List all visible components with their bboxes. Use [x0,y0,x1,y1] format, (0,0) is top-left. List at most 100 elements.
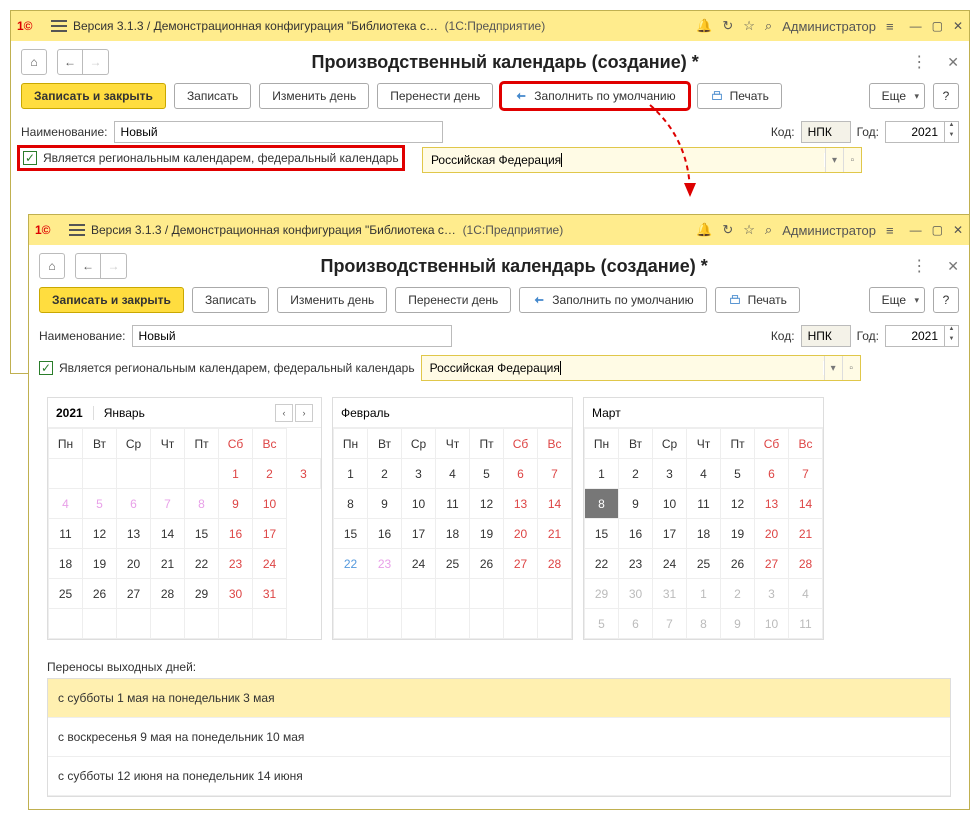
calendar-day[interactable]: 2 [253,459,287,489]
calendar-day[interactable]: 8 [334,489,368,519]
calendar-day[interactable]: 4 [687,459,721,489]
calendar-day[interactable]: 3 [653,459,687,489]
calendar-day[interactable]: 21 [538,519,572,549]
calendar-day[interactable]: 7 [653,609,687,639]
calendar-day[interactable]: 19 [83,549,117,579]
calendar-day[interactable]: 9 [721,609,755,639]
calendar-day[interactable]: 15 [185,519,219,549]
settings-icon[interactable]: ≡ [886,223,894,238]
calendar-day[interactable]: 22 [585,549,619,579]
close-icon[interactable]: ✕ [953,19,963,33]
federal-selector[interactable]: Российская Федерация ▾ ▫ [422,147,862,173]
open-icon[interactable]: ▫ [843,148,861,172]
tab-close-icon[interactable]: ✕ [947,54,959,71]
calendar-day[interactable]: 17 [653,519,687,549]
calendar-day[interactable]: 24 [653,549,687,579]
calendar-day[interactable]: 27 [504,549,538,579]
calendar-day[interactable]: 16 [619,519,653,549]
calendar-day[interactable]: 23 [619,549,653,579]
calendar-day[interactable] [185,609,219,639]
calendar-day[interactable]: 18 [687,519,721,549]
calendar-day[interactable]: 20 [504,519,538,549]
calendar-day[interactable]: 28 [151,579,185,609]
search-icon[interactable]: ⌕ [765,222,772,238]
calendar-day[interactable]: 31 [653,579,687,609]
calendar-day[interactable] [402,609,436,639]
minimize-icon[interactable]: — [910,223,922,237]
save-button[interactable]: Записать [192,287,269,313]
calendar-day[interactable] [185,459,219,489]
save-close-button[interactable]: Записать и закрыть [21,83,166,109]
calendar-day[interactable]: 4 [789,579,823,609]
year-input[interactable] [885,325,945,347]
calendar-day[interactable]: 23 [368,549,402,579]
code-input[interactable] [801,121,851,143]
calendar-day[interactable]: 22 [185,549,219,579]
calendar-day[interactable]: 14 [789,489,823,519]
calendar-day[interactable]: 1 [687,579,721,609]
open-icon[interactable]: ▫ [842,356,860,380]
forward-button[interactable]: → [83,49,109,75]
menu-icon[interactable] [69,224,85,236]
menu-icon[interactable] [51,20,67,32]
calendar-day[interactable]: 1 [219,459,253,489]
calendar-day[interactable] [538,609,572,639]
calendar-day[interactable]: 12 [83,519,117,549]
year-spinner[interactable]: ▲▼ [945,121,959,143]
dropdown-icon[interactable]: ▾ [824,356,842,380]
calendar-day[interactable]: 10 [653,489,687,519]
star-icon[interactable]: ☆ [743,18,755,34]
calendar-day[interactable]: 24 [402,549,436,579]
calendar-day[interactable]: 5 [585,609,619,639]
calendar-day[interactable]: 7 [151,489,185,519]
calendar-day[interactable] [117,459,151,489]
calendar-day[interactable]: 10 [402,489,436,519]
print-button[interactable]: Печать [715,287,800,313]
calendar-day[interactable] [49,459,83,489]
transfer-item[interactable]: с субботы 12 июня на понедельник 14 июня [48,757,950,796]
calendar-day[interactable]: 28 [538,549,572,579]
calendar-day[interactable]: 8 [687,609,721,639]
save-close-button[interactable]: Записать и закрыть [39,287,184,313]
regional-checkbox[interactable]: ✓ [23,151,37,165]
calendar-day[interactable]: 23 [219,549,253,579]
calendar-day[interactable]: 19 [470,519,504,549]
calendar-day[interactable]: 24 [253,549,287,579]
save-button[interactable]: Записать [174,83,251,109]
home-button[interactable]: ⌂ [21,49,47,75]
bell-icon[interactable]: 🔔 [696,18,712,34]
user-label[interactable]: Администратор [782,19,876,34]
year-input[interactable] [885,121,945,143]
prev-month-icon[interactable]: ‹ [275,404,293,422]
calendar-day[interactable] [368,579,402,609]
calendar-day[interactable]: 16 [368,519,402,549]
fill-default-button[interactable]: Заполнить по умолчанию [501,83,688,109]
home-button[interactable]: ⌂ [39,253,65,279]
calendar-day[interactable]: 3 [755,579,789,609]
calendar-day[interactable] [504,579,538,609]
calendar-day[interactable]: 17 [402,519,436,549]
calendar-day[interactable] [83,459,117,489]
calendar-day[interactable]: 26 [721,549,755,579]
calendar-day[interactable] [49,609,83,639]
more-button[interactable]: Еще [869,83,925,109]
calendar-day[interactable]: 2 [619,459,653,489]
calendar-day[interactable]: 16 [219,519,253,549]
calendar-day[interactable] [368,609,402,639]
calendar-day[interactable]: 5 [83,489,117,519]
calendar-day[interactable]: 4 [436,459,470,489]
more-menu-icon[interactable]: ⋮ [911,52,927,72]
calendar-day[interactable]: 27 [755,549,789,579]
minimize-icon[interactable]: — [910,19,922,33]
user-label[interactable]: Администратор [782,223,876,238]
calendar-day[interactable]: 6 [755,459,789,489]
regional-checkbox[interactable]: ✓ [39,361,53,375]
maximize-icon[interactable]: ▢ [932,223,943,237]
calendar-day[interactable] [504,609,538,639]
calendar-day[interactable]: 28 [789,549,823,579]
calendar-day[interactable]: 11 [789,609,823,639]
more-menu-icon[interactable]: ⋮ [911,256,927,276]
calendar-day[interactable]: 7 [789,459,823,489]
calendar-day[interactable]: 20 [117,549,151,579]
transfer-item[interactable]: с воскресенья 9 мая на понедельник 10 ма… [48,718,950,757]
